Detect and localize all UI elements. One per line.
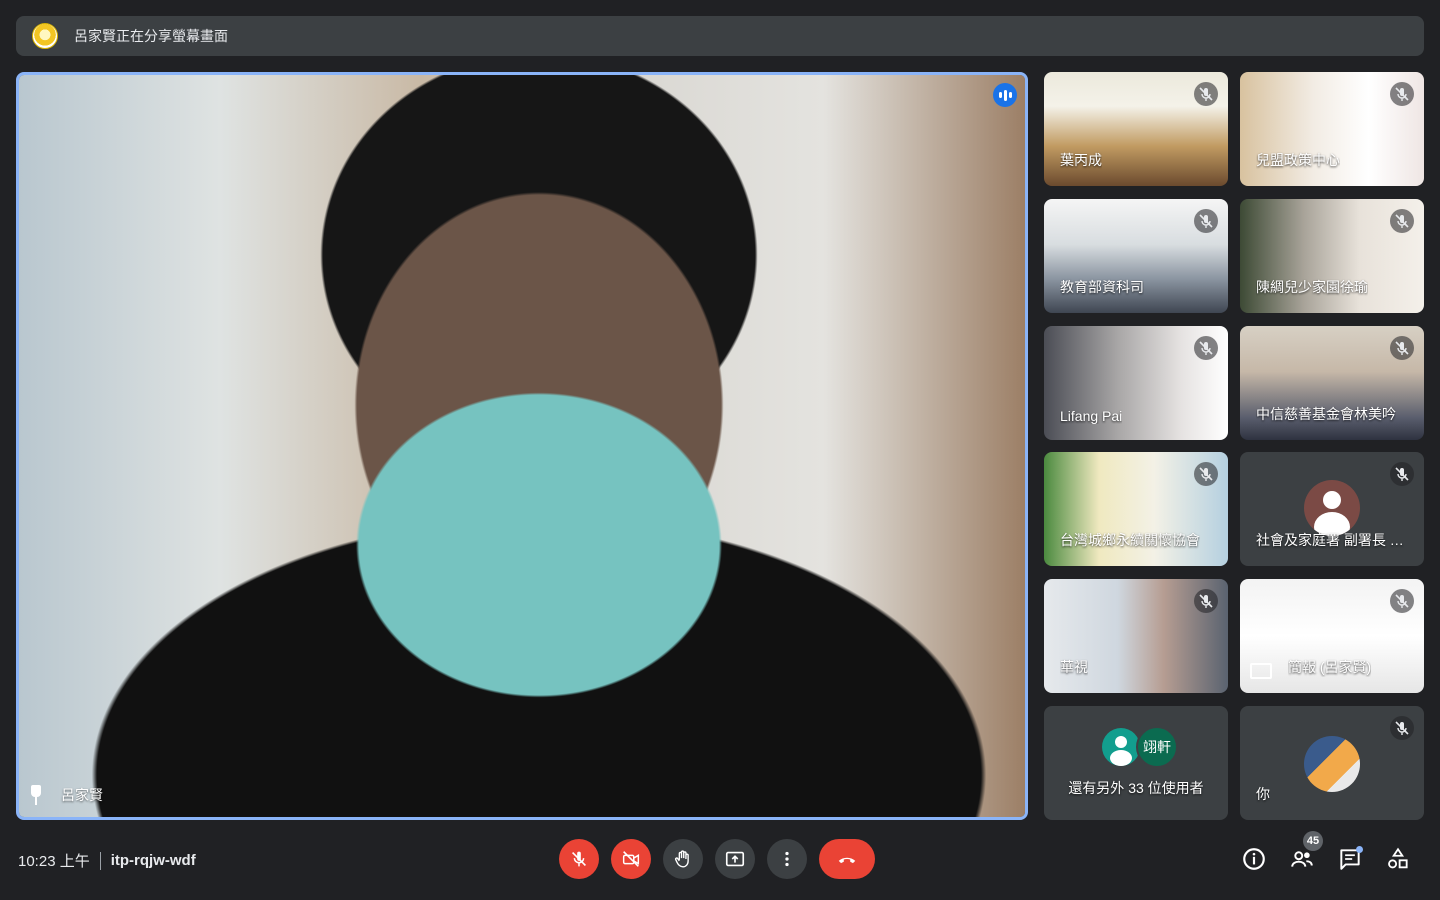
self-tile[interactable]: 你 (1240, 706, 1424, 820)
participants-count-badge: 45 (1303, 831, 1323, 851)
participant-name: 葉丙成 (1060, 152, 1102, 168)
mic-off-icon (1194, 462, 1218, 486)
more-participants-avatars: 翊軒 (1102, 726, 1182, 768)
toggle-camera-button[interactable] (611, 839, 651, 879)
participant-tile[interactable]: Lifang Pai (1044, 326, 1228, 440)
participant-initial-avatar: 翊軒 (1136, 726, 1178, 768)
meeting-info: 10:23 上午 itp-rqjw-wdf (18, 850, 196, 871)
more-participants-tile[interactable]: 翊軒 還有另外 33 位使用者 (1044, 706, 1228, 820)
meeting-code[interactable]: itp-rqjw-wdf (111, 852, 196, 869)
presenting-banner: 呂家賢正在分享螢幕畫面 (16, 16, 1424, 56)
toggle-mic-button[interactable] (559, 839, 599, 879)
mic-off-icon (1194, 336, 1218, 360)
participant-tile[interactable]: 社會及家庭署 副署長 張… (1240, 452, 1424, 566)
participant-tile[interactable]: 教育部資科司 (1044, 199, 1228, 313)
participant-tile[interactable]: 兒盟政策中心 (1240, 72, 1424, 186)
mic-off-icon (1390, 209, 1414, 233)
main-speaker-tile[interactable]: 呂家賢 (16, 72, 1028, 820)
participant-avatar-icon (1102, 728, 1140, 766)
meeting-details-button[interactable] (1241, 846, 1267, 872)
present-screen-icon (1250, 663, 1272, 679)
participant-tile[interactable]: 華視 (1044, 579, 1228, 693)
raise-hand-button[interactable] (663, 839, 703, 879)
raise-hand-icon (674, 850, 689, 868)
more-options-button[interactable] (767, 839, 807, 879)
participant-tile[interactable]: 中信慈善基金會林美吟 (1240, 326, 1424, 440)
mic-off-icon (1390, 82, 1414, 106)
info-divider (99, 851, 101, 870)
participant-tile[interactable]: 台灣城鄉永續關懷協會 (1044, 452, 1228, 566)
presenting-text: 呂家賢正在分享螢幕畫面 (74, 28, 228, 44)
participant-tile[interactable]: 簡報 (呂家賢) (1240, 579, 1424, 693)
hang-up-icon (838, 857, 856, 864)
more-options-icon (785, 851, 789, 867)
speaking-indicator-icon (993, 83, 1017, 107)
activities-button[interactable] (1385, 846, 1411, 872)
participant-name: 中信慈善基金會林美吟 (1256, 406, 1396, 422)
main-speaker-video (19, 75, 1025, 817)
present-screen-icon (725, 851, 745, 867)
pin-icon[interactable] (29, 785, 43, 805)
mic-off-icon (1194, 209, 1218, 233)
activities-icon (1388, 847, 1408, 869)
participant-name: 教育部資科司 (1060, 279, 1144, 295)
presenter-logo-icon (32, 23, 58, 49)
main-speaker-name: 呂家賢 (61, 787, 103, 803)
self-name: 你 (1256, 786, 1270, 802)
participant-tile[interactable]: 葉丙成 (1044, 72, 1228, 186)
meeting-time: 10:23 上午 (18, 853, 90, 870)
participant-name: Lifang Pai (1060, 408, 1123, 424)
main-speaker-name-row: 呂家賢 (29, 785, 103, 805)
participant-name: 台灣城鄉永續關懷協會 (1060, 532, 1200, 548)
mic-off-icon (1390, 462, 1414, 486)
bottom-control-bar: 10:23 上午 itp-rqjw-wdf 45 (0, 828, 1440, 892)
more-participants-label: 還有另外 33 位使用者 (1068, 780, 1204, 796)
participant-name: 華視 (1060, 659, 1088, 675)
participant-name: 陳綢兒少家園徐瑜 (1256, 279, 1368, 295)
mic-off-icon (1390, 716, 1414, 740)
chat-notification-dot (1356, 846, 1363, 853)
self-avatar (1304, 736, 1360, 792)
mic-off-icon (1390, 589, 1414, 613)
participant-avatar (1304, 480, 1360, 536)
participant-name: 兒盟政策中心 (1256, 152, 1340, 168)
mic-off-icon (571, 851, 587, 867)
mic-off-icon (1194, 589, 1218, 613)
info-icon (1243, 848, 1265, 870)
camera-off-icon (622, 851, 640, 867)
leave-call-button[interactable] (819, 839, 875, 879)
participant-tile[interactable]: 陳綢兒少家園徐瑜 (1240, 199, 1424, 313)
present-now-button[interactable] (715, 839, 755, 879)
participant-name: 社會及家庭署 副署長 張… (1256, 532, 1416, 548)
mic-off-icon (1194, 82, 1218, 106)
participant-name: 簡報 (呂家賢) (1288, 659, 1372, 675)
mic-off-icon (1390, 336, 1414, 360)
